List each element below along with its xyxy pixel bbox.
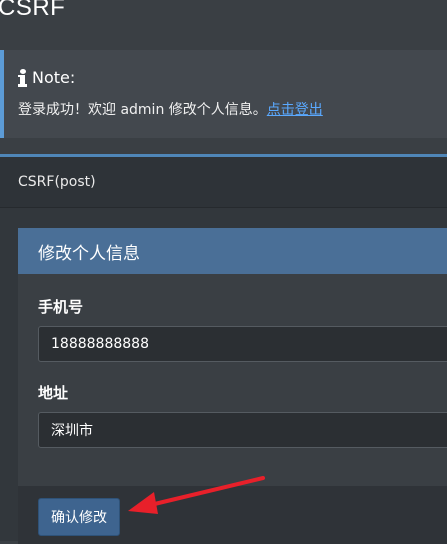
note-heading: Note: [18,68,75,87]
note-alert: Note: 登录成功！欢迎 admin 修改个人信息。点击登出 [0,50,447,138]
page-title: CSRF [0,0,66,21]
annotation-arrow-icon [128,476,265,514]
phone-input[interactable] [38,326,447,362]
submit-button[interactable]: 确认修改 [38,498,120,536]
logout-link[interactable]: 点击登出 [267,102,323,118]
note-message-text: 登录成功！欢迎 admin 修改个人信息。 [18,102,267,118]
address-input[interactable] [38,412,447,448]
phone-label: 手机号 [38,298,84,316]
note-message: 登录成功！欢迎 admin 修改个人信息。点击登出 [18,99,323,119]
address-label: 地址 [38,384,69,402]
card-title: CSRF(post) [0,157,447,208]
info-icon [18,68,28,87]
form-heading: 修改个人信息 [18,228,447,274]
note-heading-label: Note: [32,68,76,87]
